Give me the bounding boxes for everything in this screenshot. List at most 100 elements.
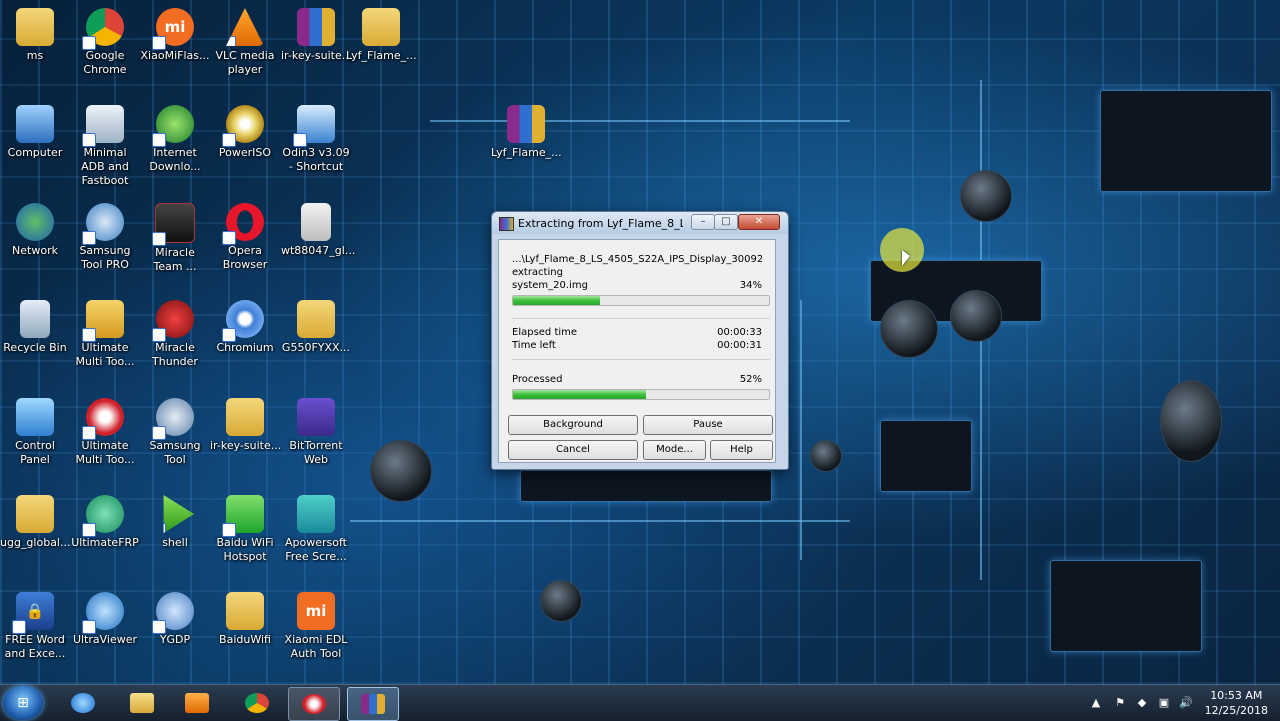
desktop-icon-label: Lyf_Flame_... — [491, 146, 562, 159]
desktop-icon-ms[interactable]: ms — [0, 8, 70, 63]
desktop-icon-poweriso[interactable]: PowerISO — [210, 105, 280, 160]
current-file-row: system_20.img 34% — [512, 280, 762, 291]
desktop-icon-xiaomi-edl[interactable]: mi Xiaomi EDL Auth Tool — [281, 592, 351, 661]
time-left-value: 00:00:31 — [717, 340, 762, 351]
desktop-icon-vlc[interactable]: VLC media player — [210, 8, 280, 77]
recorder-icon — [297, 495, 335, 533]
miracle-icon — [152, 203, 195, 246]
file-percent: 34% — [739, 280, 762, 291]
capacitor — [960, 170, 1012, 222]
computer-icon — [16, 105, 54, 143]
desktop-icon-ir-key-suite-archive[interactable]: ir-key-suite... — [281, 8, 352, 63]
desktop-icon-opera[interactable]: Opera Browser — [210, 203, 280, 272]
windows-start-icon[interactable]: ⊞ — [3, 686, 43, 720]
desktop-icon-label: BaiduWifi — [219, 633, 271, 646]
desktop-icon-samsung-tool-pro[interactable]: Samsung Tool PRO — [70, 203, 140, 272]
help-button[interactable]: Help — [710, 440, 773, 460]
desktop-icon-free-word[interactable]: 🔒 FREE Word and Exce... — [0, 592, 70, 661]
minimize-button[interactable]: – — [691, 214, 715, 230]
folder-icon — [297, 300, 335, 338]
clock-time: 10:53 AM — [1210, 689, 1263, 702]
folder-icon — [226, 592, 264, 630]
umt-icon — [302, 694, 326, 714]
background-button[interactable]: Background — [508, 415, 638, 435]
lock-icon: 🔒 — [12, 592, 54, 634]
dialog-titlebar[interactable]: Extracting from Lyf_Flame_8_LS_... – □ ✕ — [492, 212, 788, 234]
desktop-icon-network[interactable]: Network — [0, 203, 70, 258]
vlc-icon — [226, 8, 264, 46]
winrar-icon — [297, 8, 335, 46]
network-icon — [16, 203, 54, 241]
recycle-bin-icon — [20, 300, 50, 338]
control-panel-icon — [16, 398, 54, 436]
desktop-icon-baidu-wifi-hotspot[interactable]: Baidu WiFi Hotspot — [210, 495, 280, 564]
desktop-icon-ultimate-multi-tool-2[interactable]: Ultimate Multi Too... — [70, 398, 140, 467]
desktop-icon-google-chrome[interactable]: Google Chrome — [70, 8, 140, 77]
folder-icon — [226, 398, 264, 436]
taskbar-internet-explorer[interactable] — [58, 687, 108, 719]
flag-icon[interactable]: ⚑ — [1112, 695, 1128, 711]
taskbar-umt[interactable] — [288, 687, 340, 721]
system-clock[interactable]: 10:53 AM 12/25/2018 — [1205, 688, 1268, 718]
mouse-cursor-icon — [902, 250, 910, 266]
desktop-icon-ultimatefrp[interactable]: UltimateFRP — [70, 495, 140, 550]
winrar-icon — [301, 203, 331, 241]
desktop-icon-label: Miracle Team ... — [153, 246, 197, 273]
desktop-icon-recycle-bin[interactable]: Recycle Bin — [0, 300, 70, 355]
adb-icon — [82, 105, 124, 147]
desktop-icon-g550fyxx[interactable]: G550FYXX... — [281, 300, 351, 355]
desktop-icon-lyf-flame-folder[interactable]: Lyf_Flame_... — [346, 8, 417, 63]
desktop-icon-label: Ultimate Multi Too... — [75, 341, 135, 368]
cancel-button[interactable]: Cancel — [508, 440, 638, 460]
desktop-icon-ultraviewer[interactable]: UltraViewer — [70, 592, 140, 647]
maximize-button[interactable]: □ — [714, 214, 738, 230]
desktop-icon-ygdp[interactable]: YGDP — [140, 592, 210, 647]
desktop-icon-ultimate-multi-tool[interactable]: Ultimate Multi Too... — [70, 300, 140, 369]
desktop-icon-label: wt88047_gl... — [281, 244, 356, 257]
capacitor — [950, 290, 1002, 342]
desktop-icon-label: Chromium — [216, 341, 274, 354]
show-hidden-icons[interactable]: ▲ — [1088, 695, 1104, 711]
desktop-icon-baiduwifi[interactable]: BaiduWifi — [210, 592, 280, 647]
volume-icon[interactable]: 🔊 — [1178, 695, 1194, 711]
action-label: extracting — [512, 267, 563, 278]
close-button[interactable]: ✕ — [738, 214, 780, 230]
desktop-icon-odin3[interactable]: Odin3 v3.09 - Shortcut — [281, 105, 351, 174]
desktop-icon-label: Internet Downlo... — [149, 146, 201, 173]
taskbar-file-explorer[interactable] — [117, 687, 167, 719]
taskbar-winrar[interactable] — [347, 687, 399, 721]
network-icon[interactable]: ▣ — [1156, 695, 1172, 711]
desktop-icon-xiaomiflash[interactable]: mi XiaoMiFlas... — [140, 8, 210, 63]
desktop-icon-chromium[interactable]: Chromium — [210, 300, 280, 355]
taskbar-chrome[interactable] — [232, 687, 282, 719]
desktop-icon-ugg-global[interactable]: ugg_global... — [0, 495, 70, 550]
wifi-icon — [222, 495, 264, 537]
circuit-chip — [1100, 90, 1272, 192]
desktop-icon-label: Samsung Tool — [149, 439, 201, 466]
desktop-icon-lyf-flame-archive[interactable]: Lyf_Flame_... — [491, 105, 562, 160]
desktop-icon-label: Computer — [7, 146, 63, 159]
desktop-icon-miracle-thunder[interactable]: Miracle Thunder — [140, 300, 210, 369]
file-progress-fill — [513, 296, 601, 305]
desktop-icon-computer[interactable]: Computer — [0, 105, 70, 160]
ultraviewer-icon — [82, 592, 124, 634]
desktop-icon-internet-download-manager[interactable]: Internet Downlo... — [140, 105, 210, 174]
desktop-icon-label: shell — [162, 536, 188, 549]
opera-icon — [222, 203, 264, 245]
desktop-icon-control-panel[interactable]: Control Panel — [0, 398, 70, 467]
pause-button[interactable]: Pause — [643, 415, 773, 435]
circuit-trace — [350, 520, 850, 522]
elapsed-label: Elapsed time — [512, 327, 578, 338]
desktop-icon-wt88047[interactable]: wt88047_gl... — [281, 203, 356, 258]
desktop-icon-bittorrent-web[interactable]: BitTorrent Web — [281, 398, 351, 467]
desktop-icon-minimal-adb[interactable]: Minimal ADB and Fastboot — [70, 105, 140, 188]
taskbar-media-player[interactable] — [172, 687, 222, 719]
desktop-icon-ir-key-suite-folder[interactable]: ir-key-suite... — [210, 398, 281, 453]
mode-button[interactable]: Mode... — [643, 440, 706, 460]
shield-icon[interactable]: ◆ — [1134, 695, 1150, 711]
desktop-icon-apowersoft[interactable]: Apowersoft Free Scre... — [281, 495, 351, 564]
desktop-icon-samsung-tool[interactable]: Samsung Tool — [140, 398, 210, 467]
archive-path: ...\Lyf_Flame_8_LS_4505_S22A_IPS_Display… — [512, 254, 762, 265]
desktop-icon-shell[interactable]: shell — [140, 495, 210, 550]
desktop-icon-miracle-team[interactable]: Miracle Team ... — [140, 203, 210, 274]
